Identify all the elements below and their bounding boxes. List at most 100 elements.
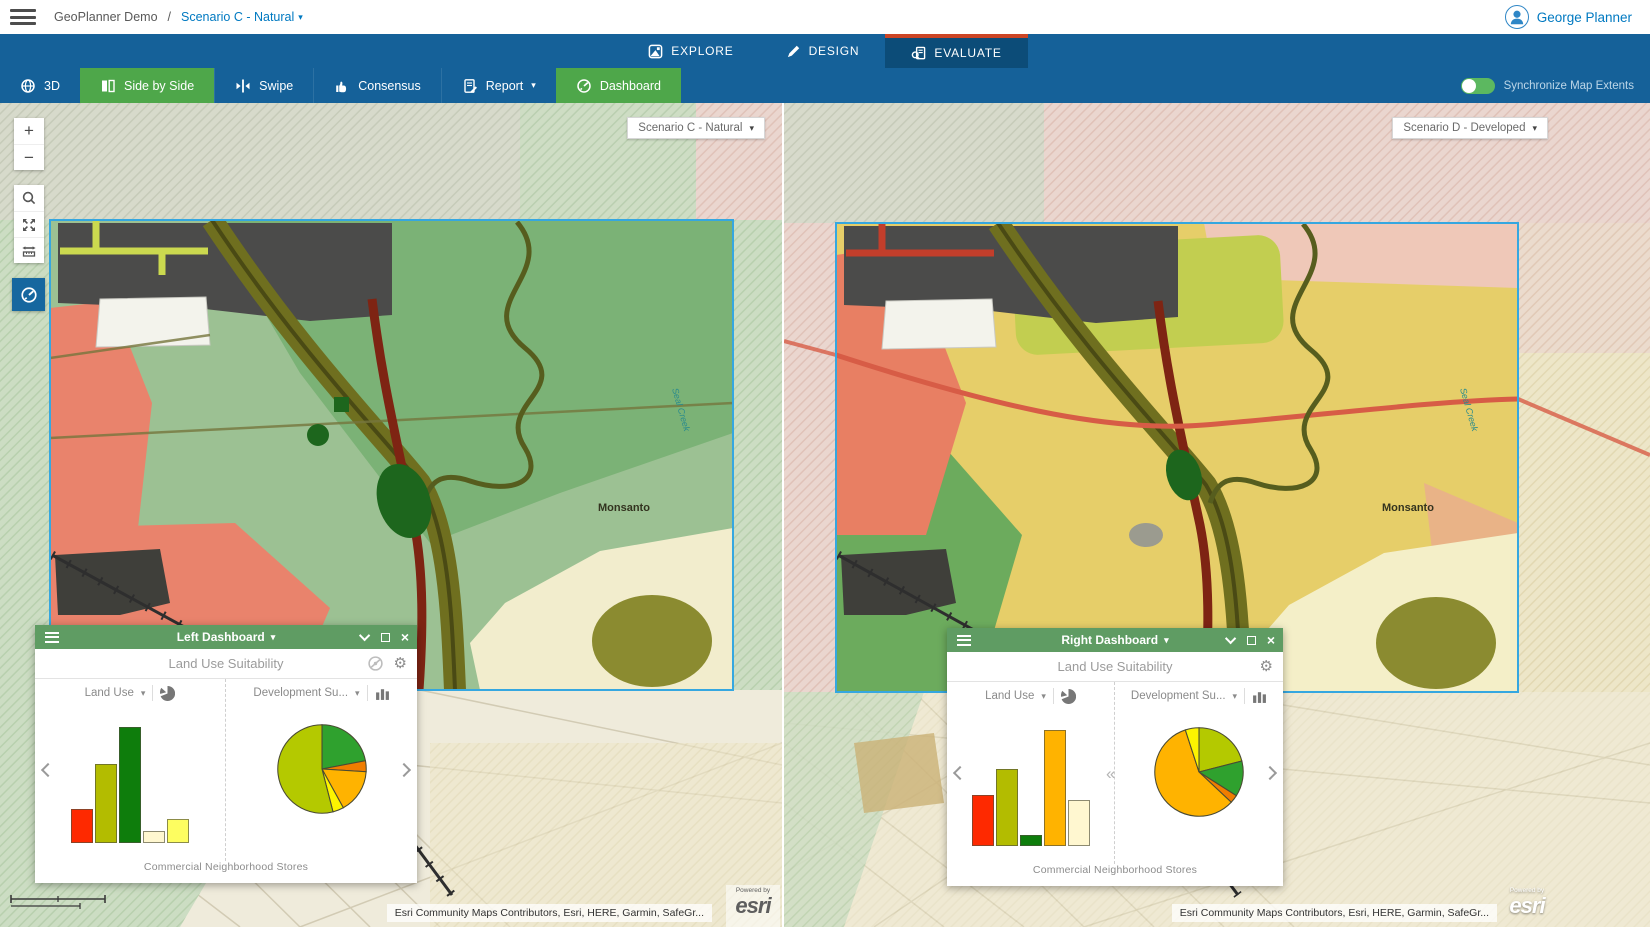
land-use-widget-select[interactable]: Land Use ▾ [947, 682, 1114, 710]
swipe-button[interactable]: Swipe [214, 68, 313, 103]
expand-icon [21, 217, 37, 233]
sync-extents-toggle[interactable] [1461, 78, 1495, 94]
caret-down-icon: ▾ [298, 13, 303, 22]
swipe-label: Swipe [259, 79, 293, 93]
left-scenario-select[interactable]: Scenario C - Natural ▾ [627, 117, 765, 139]
scale-bar [10, 895, 106, 909]
pencil-icon [786, 44, 801, 59]
breadcrumb: GeoPlanner Demo / Scenario C - Natural ▾ [54, 10, 303, 24]
user-menu[interactable]: George Planner [1505, 0, 1632, 34]
search-icon [21, 190, 37, 206]
tab-explore[interactable]: EXPLORE [622, 34, 759, 68]
nav-tabs: EXPLORE DESIGN EVALUATE [622, 34, 1027, 68]
measure-tool-button[interactable] [14, 237, 44, 263]
left-dashboard-subheader: Land Use Suitability ⚙ [35, 649, 417, 679]
full-extent-button[interactable] [14, 211, 44, 237]
scenario-breadcrumb-dropdown[interactable]: Scenario C - Natural ▾ [181, 10, 303, 24]
report-icon [462, 78, 478, 94]
development-suitability-widget-select[interactable]: Development Su... ▾ [1115, 682, 1283, 710]
gear-icon[interactable]: ⚙ [1260, 659, 1273, 674]
left-dashboard-caption: Commercial Neighborhood Stores [35, 861, 417, 881]
zoom-in-button[interactable]: + [14, 118, 44, 144]
left-land-use-bar-chart [35, 721, 225, 843]
3d-button[interactable]: 3D [0, 68, 80, 103]
right-dashboard-subtitle: Land Use Suitability [1058, 659, 1173, 674]
scenario-breadcrumb-label: Scenario C - Natural [181, 10, 294, 24]
sync-extents-label: Synchronize Map Extents [1504, 80, 1634, 92]
left-map-city-label: Monsanto [598, 502, 650, 514]
panel-maximize-icon[interactable] [1247, 636, 1256, 645]
side-by-side-icon [100, 78, 116, 94]
bar-chart-icon[interactable] [375, 686, 390, 701]
dashboard-label: Dashboard [600, 79, 661, 93]
gauge-icon [20, 286, 38, 304]
menu-icon[interactable] [10, 9, 36, 25]
consensus-button[interactable]: Consensus [313, 68, 441, 103]
3d-label: 3D [44, 79, 60, 93]
land-use-widget: Land Use ▾ [35, 679, 226, 861]
right-dashboard-subheader: Land Use Suitability ⚙ [947, 652, 1283, 682]
land-use-widget-label: Land Use [985, 690, 1034, 702]
top-bar: GeoPlanner Demo / Scenario C - Natural ▾… [0, 0, 1650, 34]
bar-chart-icon[interactable] [1252, 689, 1267, 704]
panel-maximize-icon[interactable] [381, 633, 390, 642]
dashboard-tool-button[interactable] [12, 278, 45, 311]
development-suitability-widget: Development Su... ▾ [226, 679, 417, 861]
visibility-icon[interactable] [367, 655, 384, 672]
caret-down-icon: ▾ [531, 81, 536, 90]
development-suitability-widget-label: Development Su... [253, 687, 348, 699]
globe-icon [20, 78, 36, 94]
right-scenario-value: Scenario D - Developed [1403, 122, 1525, 134]
evaluate-icon [911, 46, 926, 61]
caret-down-icon: ▾ [355, 689, 360, 698]
user-name: George Planner [1537, 10, 1632, 25]
gear-icon[interactable]: ⚙ [394, 656, 407, 671]
evaluate-toolbar: 3D Side by Side Swipe Consensus [0, 68, 1650, 103]
right-development-suitability-pie-chart [1153, 726, 1245, 818]
tab-evaluate-label: EVALUATE [934, 46, 1001, 60]
esri-wordmark: esri [1500, 895, 1554, 917]
caret-down-icon: ▾ [271, 633, 276, 642]
swipe-icon [235, 78, 251, 94]
caret-down-icon: ▾ [141, 689, 146, 698]
development-suitability-widget: Development Su... ▾ [1115, 682, 1283, 864]
development-suitability-widget-select[interactable]: Development Su... ▾ [226, 679, 417, 707]
caret-down-icon: ▾ [1041, 692, 1046, 701]
zoom-controls: + − [14, 118, 44, 170]
carousel-collapse-icon[interactable]: « [1106, 764, 1115, 784]
left-dashboard-widgets: Land Use ▾ Development Su... ▾ [35, 679, 417, 861]
development-suitability-widget-label: Development Su... [1131, 690, 1226, 702]
left-dashboard-panel: Left Dashboard ▾ × Land Use Suitability … [35, 625, 417, 883]
land-use-widget-select[interactable]: Land Use ▾ [35, 679, 225, 707]
primary-nav: EXPLORE DESIGN EVALUATE [0, 34, 1650, 68]
side-by-side-button[interactable]: Side by Side [80, 68, 214, 103]
user-avatar-icon [1505, 5, 1529, 29]
report-button[interactable]: Report ▾ [441, 68, 556, 103]
sync-extents-control: Synchronize Map Extents [1461, 68, 1634, 103]
right-scenario-select[interactable]: Scenario D - Developed ▾ [1392, 117, 1548, 139]
thumb-up-icon [334, 78, 350, 94]
right-dashboard-title: Right Dashboard [1061, 633, 1158, 647]
right-esri-logo: Powered by esri [1500, 885, 1554, 927]
panel-close-icon[interactable]: × [1267, 633, 1275, 647]
basemap-icon [648, 44, 663, 59]
breadcrumb-app-title[interactable]: GeoPlanner Demo [54, 10, 158, 24]
right-map-city-label: Monsanto [1382, 502, 1434, 514]
land-use-widget: Land Use ▾ [947, 682, 1115, 864]
right-dashboard-header: Right Dashboard ▾ × [947, 628, 1283, 652]
dashboard-button[interactable]: Dashboard [556, 68, 681, 103]
search-tool-button[interactable] [14, 185, 44, 211]
right-attribution: Esri Community Maps Contributors, Esri, … [1172, 904, 1497, 922]
side-by-side-label: Side by Side [124, 79, 194, 93]
left-dashboard-subtitle: Land Use Suitability [169, 656, 284, 671]
zoom-out-button[interactable]: − [14, 144, 44, 170]
tab-evaluate[interactable]: EVALUATE [885, 34, 1027, 68]
tab-explore-label: EXPLORE [671, 44, 733, 58]
tab-design[interactable]: DESIGN [760, 34, 886, 68]
caret-down-icon: ▾ [749, 124, 754, 133]
pie-chart-icon[interactable] [1061, 689, 1076, 704]
left-development-suitability-pie-chart [276, 723, 368, 815]
panel-close-icon[interactable]: × [401, 630, 409, 644]
pie-chart-icon[interactable] [160, 686, 175, 701]
left-dashboard-title: Left Dashboard [177, 630, 265, 644]
